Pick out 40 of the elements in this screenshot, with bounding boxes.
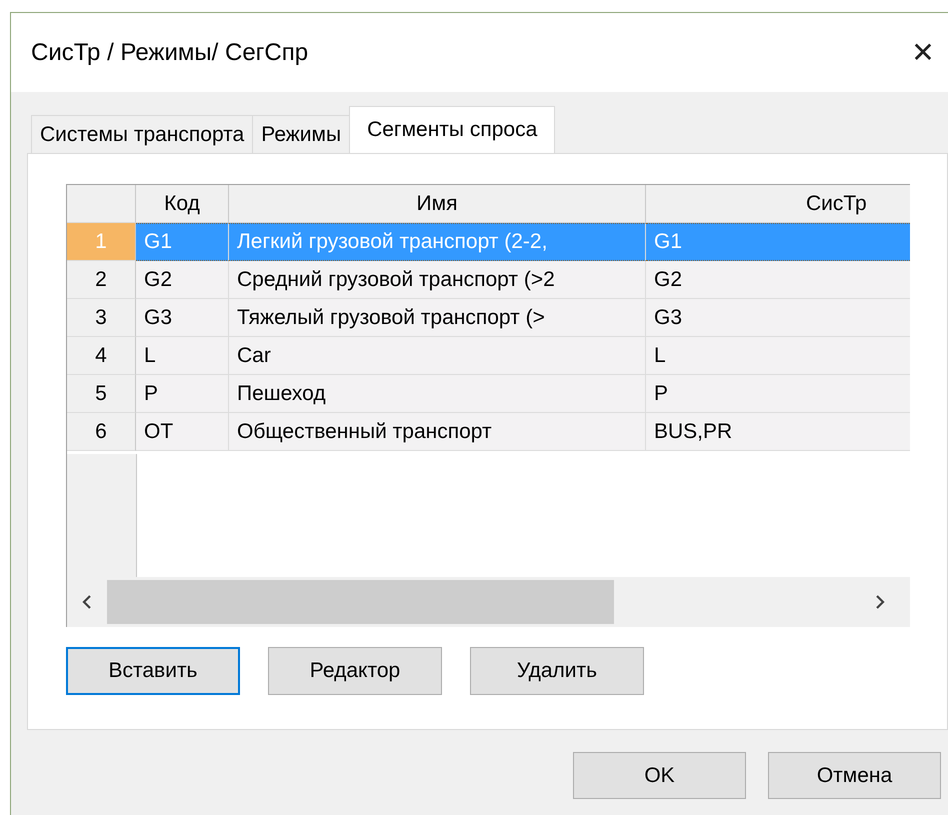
table-cell: Пешеход: [229, 375, 646, 413]
tab[interactable]: Сегменты спроса: [349, 106, 556, 153]
table-cell: Легкий грузовой транспорт (2-2,: [229, 223, 646, 261]
table-cell: P: [646, 375, 910, 413]
row-header[interactable]: 5: [67, 375, 136, 413]
close-button[interactable]: ✕: [898, 36, 948, 69]
window-title: СисТр / Режимы/ СегСпр: [31, 38, 308, 66]
table-cell: G3: [646, 299, 910, 337]
dialog-button[interactable]: Отмена: [768, 752, 941, 799]
table-cell: L: [646, 337, 910, 375]
scrollbar-thumb[interactable]: [107, 580, 614, 624]
scroll-right-icon[interactable]: [874, 594, 886, 610]
table-cell: G2: [646, 261, 910, 299]
corner-header: [67, 185, 136, 223]
table-cell: G1: [136, 223, 229, 261]
action-button[interactable]: Вставить: [66, 647, 240, 695]
table-cell: Общественный транспорт: [229, 413, 646, 451]
row-header[interactable]: 4: [67, 337, 136, 375]
table-cell: P: [136, 375, 229, 413]
column-header[interactable]: Имя: [229, 185, 646, 223]
action-button[interactable]: Редактор: [268, 647, 442, 695]
table-cell: L: [136, 337, 229, 375]
table-cell: BUS,PR: [646, 413, 910, 451]
scroll-left-icon[interactable]: [81, 594, 93, 610]
tab[interactable]: Системы транспорта: [31, 115, 254, 153]
table-cell: G3: [136, 299, 229, 337]
table-cell: Тяжелый грузовой транспорт (>: [229, 299, 646, 337]
row-header[interactable]: 6: [67, 413, 136, 451]
table-cell: Средний грузовой транспорт (>2: [229, 261, 646, 299]
table-cell: OT: [136, 413, 229, 451]
table-cell: G2: [136, 261, 229, 299]
column-header[interactable]: СисТр: [646, 185, 910, 223]
row-header[interactable]: 3: [67, 299, 136, 337]
dialog-button[interactable]: OK: [573, 752, 746, 799]
column-header[interactable]: Код: [136, 185, 229, 223]
table-cell: G1: [646, 223, 910, 261]
row-header[interactable]: 2: [67, 261, 136, 299]
action-button[interactable]: Удалить: [470, 647, 644, 695]
horizontal-scrollbar[interactable]: [67, 577, 910, 627]
table-cell: Car: [229, 337, 646, 375]
